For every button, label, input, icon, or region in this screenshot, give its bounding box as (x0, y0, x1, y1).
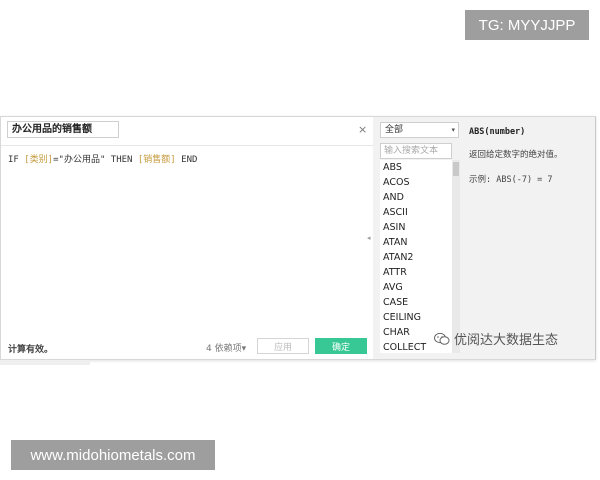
formula-input[interactable]: IF [类别]="办公用品" THEN [销售额] END (8, 152, 197, 165)
list-item[interactable]: ASIN (380, 220, 452, 235)
formula-condition: ="办公用品" THEN (53, 155, 138, 165)
wechat-watermark: 优阅达大数据生态 (434, 329, 558, 348)
wechat-label: 优阅达大数据生态 (454, 333, 559, 348)
wechat-icon (434, 332, 450, 346)
list-item[interactable]: AVG (380, 280, 452, 295)
scrollbar-thumb[interactable] (453, 162, 459, 176)
formula-field-sales: [销售额] (137, 155, 176, 165)
chevron-down-icon: ▾ (451, 126, 455, 134)
function-list: ABS ACOS AND ASCII ASIN ATAN ATAN2 ATTR … (380, 160, 452, 353)
list-item[interactable]: CASE (380, 295, 452, 310)
list-item[interactable]: ATAN (380, 235, 452, 250)
formula-if-keyword: IF (8, 155, 25, 165)
list-item[interactable]: ASCII (380, 205, 452, 220)
function-category-select[interactable]: 全部 ▾ (380, 122, 459, 138)
watermark-bottom: www.midohiometals.com (11, 440, 215, 470)
formula-end-keyword: END (175, 155, 198, 165)
watermark-top: TG: MYYJJPP (465, 10, 589, 40)
dependencies-label: 4 依赖项 (206, 344, 242, 354)
function-list-pane: 全部 ▾ 输入搜索文本 ABS ACOS AND ASCII ASIN ATAN… (373, 117, 463, 359)
calculation-editor-dialog: 办公用品的销售额 × IF [类别]="办公用品" THEN [销售额] END… (0, 116, 596, 360)
close-icon[interactable]: × (358, 123, 367, 136)
function-list-scrollbar[interactable] (452, 160, 460, 353)
function-help-pane: ABS(number) 返回给定数字的绝对值。 示例: ABS(-7) = 7 (463, 117, 595, 359)
list-item[interactable]: ATTR (380, 265, 452, 280)
apply-button[interactable]: 应用 (257, 338, 309, 354)
list-item[interactable]: AND (380, 190, 452, 205)
function-search-input[interactable]: 输入搜索文本 (380, 143, 452, 159)
list-item[interactable]: ACOS (380, 175, 452, 190)
collapse-handle-icon[interactable]: ◂ (367, 234, 371, 242)
formula-editor-pane: 办公用品的销售额 × IF [类别]="办公用品" THEN [销售额] END… (1, 117, 374, 359)
dependencies-dropdown[interactable]: 4 依赖项▾ (206, 341, 246, 354)
ok-button[interactable]: 确定 (315, 338, 367, 354)
validation-status: 计算有效。 (8, 345, 54, 355)
calc-name-field[interactable]: 办公用品的销售额 (7, 121, 119, 138)
dialog-shadow (0, 360, 90, 365)
category-value: 全部 (385, 125, 404, 135)
function-example: 示例: ABS(-7) = 7 (469, 175, 553, 185)
divider (1, 145, 373, 146)
formula-field-category: [类别] (24, 155, 54, 165)
list-item[interactable]: ATAN2 (380, 250, 452, 265)
list-item[interactable]: ABS (380, 160, 452, 175)
list-item[interactable]: CEILING (380, 310, 452, 325)
function-signature: ABS(number) (469, 127, 526, 137)
chevron-down-icon: ▾ (241, 344, 247, 354)
function-description: 返回给定数字的绝对值。 (469, 150, 563, 160)
